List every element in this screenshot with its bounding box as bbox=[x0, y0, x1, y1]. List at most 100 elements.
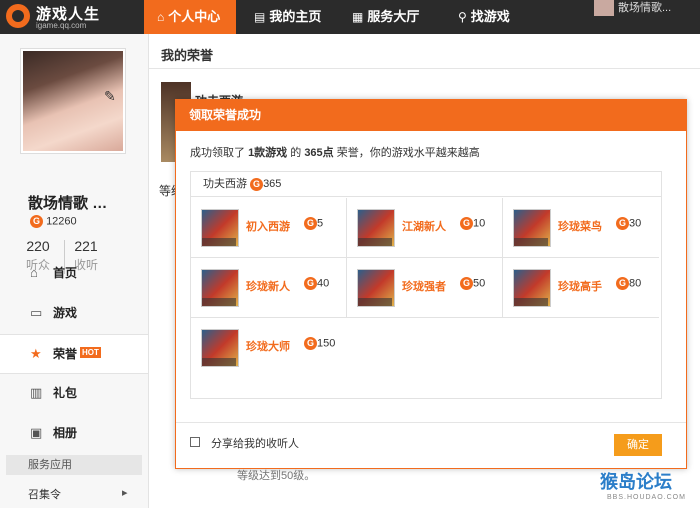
honor-coin-icon: G bbox=[616, 277, 629, 290]
nav-label: 个人中心 bbox=[168, 9, 221, 24]
logo-domain: igame.qq.com bbox=[36, 21, 87, 30]
page-title: 我的荣誉 bbox=[161, 48, 214, 63]
honor-coin-icon: G bbox=[30, 215, 43, 228]
profile-name-ellipsis: … bbox=[92, 195, 108, 212]
divider bbox=[149, 68, 700, 69]
top-user-name: 散场情歌... bbox=[618, 2, 672, 14]
honor-name: 珍珑高手 bbox=[558, 281, 602, 293]
pencil-icon[interactable]: ✎ bbox=[104, 88, 116, 105]
honor-points: G 40 bbox=[304, 277, 329, 290]
honor-badge-image bbox=[513, 209, 551, 247]
gift-icon: ▥ bbox=[30, 385, 43, 400]
sidebar-item-label: 礼包 bbox=[53, 386, 78, 400]
sidebar-item-label: 相册 bbox=[53, 426, 78, 440]
confirm-button[interactable]: 确定 bbox=[614, 434, 662, 456]
honor-description: 等级达到50级。 bbox=[237, 470, 316, 482]
star-icon: ★ bbox=[30, 346, 42, 361]
sidebar-item-summon[interactable]: 召集令 ▸ bbox=[28, 486, 128, 502]
message-part: 荣誉，你的游戏水平越来越高 bbox=[333, 147, 480, 159]
honor-name: 珍珑菜鸟 bbox=[558, 221, 602, 233]
hot-badge: HOT bbox=[80, 347, 101, 358]
sidebar-item-label: 游戏 bbox=[53, 306, 78, 320]
honor-coin-icon: G bbox=[304, 337, 317, 350]
honor-item[interactable]: 江湖新人 G 10 bbox=[347, 198, 503, 258]
search-icon: ⚲ bbox=[458, 10, 467, 24]
honor-item[interactable]: 珍珑菜鸟 G 30 bbox=[503, 198, 659, 258]
top-bar: 游戏人生 igame.qq.com ⌂ 个人中心 ▤ 我的主页 ▦ 服务大厅 ⚲ 找游戏… bbox=[0, 0, 700, 34]
honor-points: G 50 bbox=[460, 277, 485, 290]
profile-points-value: 12260 bbox=[46, 215, 77, 228]
dialog-title: 领取荣誉成功 bbox=[176, 100, 686, 131]
photo-icon: ▣ bbox=[30, 425, 43, 440]
sidebar-item-photos[interactable]: ▣ 相册 bbox=[0, 414, 148, 452]
sidebar: ✎ 散场情歌 … G 12260 220 听众 221 收听 ⌂ 首页 ▭ 游戏… bbox=[0, 34, 149, 508]
honor-points-value: 50 bbox=[473, 277, 486, 290]
watermark-logo: 猴岛论坛 bbox=[600, 472, 672, 492]
honor-points-value: 150 bbox=[317, 337, 336, 350]
watermark-domain: BBS.HOUDAO.COM bbox=[607, 494, 686, 501]
top-avatar[interactable] bbox=[594, 0, 614, 16]
sidebar-item-label: 召集令 bbox=[28, 489, 61, 501]
sidebar-item-gift[interactable]: ▥ 礼包 bbox=[0, 374, 148, 412]
sidebar-item-games[interactable]: ▭ 游戏 bbox=[0, 294, 148, 332]
page-icon: ▤ bbox=[254, 10, 266, 24]
honor-points: G 80 bbox=[616, 277, 641, 290]
honor-name: 珍珑新人 bbox=[246, 281, 290, 293]
gamepad-icon: ▭ bbox=[30, 305, 43, 320]
game-points: 365 bbox=[263, 178, 282, 190]
message-points: 365点 bbox=[304, 147, 334, 159]
honor-name: 珍珑强者 bbox=[402, 281, 446, 293]
honor-coin-icon: G bbox=[460, 217, 473, 230]
message-part: 的 bbox=[287, 147, 305, 159]
honor-item[interactable]: 珍珑大师 G 150 bbox=[191, 318, 347, 378]
listeners-count: 220 bbox=[26, 238, 50, 254]
site-logo[interactable]: 游戏人生 igame.qq.com bbox=[4, 3, 114, 31]
grid-icon: ▦ bbox=[352, 10, 364, 24]
home-icon: ⌂ bbox=[157, 10, 165, 24]
honor-name: 江湖新人 bbox=[402, 221, 446, 233]
honor-coin-icon: G bbox=[460, 277, 473, 290]
share-checkbox[interactable] bbox=[190, 437, 200, 447]
honor-points: G5 bbox=[304, 217, 323, 230]
nav-personal-center[interactable]: ⌂ 个人中心 bbox=[144, 0, 236, 34]
honor-item[interactable]: 珍珑高手 G 80 bbox=[503, 258, 659, 318]
honor-points-value: 10 bbox=[473, 217, 486, 230]
honor-badge-image bbox=[357, 269, 395, 307]
game-name: 功夫西游 bbox=[203, 178, 247, 190]
nav-find-games[interactable]: ⚲ 找游戏 bbox=[458, 0, 510, 34]
chevron-right-icon: ▸ bbox=[122, 487, 128, 499]
service-apps-heading: 服务应用 bbox=[6, 455, 142, 475]
sidebar-item-home[interactable]: ⌂ 首页 bbox=[0, 254, 148, 292]
dialog-divider bbox=[176, 422, 686, 423]
honor-item[interactable]: 初入西游 G5 bbox=[191, 198, 347, 258]
honor-points: G 30 bbox=[616, 217, 641, 230]
honor-coin-icon: G bbox=[304, 217, 317, 230]
honor-coin-icon: G bbox=[304, 277, 317, 290]
dialog-message: 成功领取了 1款游戏 的 365点 荣誉，你的游戏水平越来越高 bbox=[190, 144, 480, 160]
logo-icon bbox=[6, 4, 30, 28]
home-icon: ⌂ bbox=[30, 265, 38, 280]
game-honor-header: 功夫西游 G 365 bbox=[191, 172, 661, 197]
profile-name-text: 散场情歌 bbox=[28, 195, 89, 212]
message-part: 成功领取了 bbox=[190, 147, 249, 159]
sidebar-item-label: 首页 bbox=[53, 266, 78, 280]
sidebar-item-honor[interactable]: ★ 荣誉 HOT bbox=[0, 334, 148, 374]
nav-service-hall[interactable]: ▦ 服务大厅 bbox=[352, 0, 419, 34]
honor-item[interactable]: 珍珑强者 G 50 bbox=[347, 258, 503, 318]
honor-points: G 150 bbox=[304, 337, 335, 350]
honor-points-value: 40 bbox=[317, 277, 330, 290]
nav-label: 服务大厅 bbox=[367, 9, 420, 24]
honor-item[interactable]: 珍珑新人 G 40 bbox=[191, 258, 347, 318]
share-label: 分享给我的收听人 bbox=[211, 438, 299, 450]
profile-name[interactable]: 散场情歌 … bbox=[28, 192, 107, 213]
honor-claimed-dialog: 领取荣誉成功 成功领取了 1款游戏 的 365点 荣誉，你的游戏水平越来越高 功… bbox=[175, 99, 687, 469]
honor-name: 初入西游 bbox=[246, 221, 290, 233]
honor-grid: 功夫西游 G 365 初入西游 G5 江湖新人 G 10 珍珑菜鸟 G 30 珍珑新人… bbox=[190, 171, 662, 399]
sidebar-item-label: 荣誉 bbox=[53, 347, 78, 361]
honor-badge-image bbox=[201, 329, 239, 367]
honor-points-value: 80 bbox=[629, 277, 642, 290]
nav-my-homepage[interactable]: ▤ 我的主页 bbox=[254, 0, 321, 34]
honor-badge-image bbox=[201, 209, 239, 247]
honor-coin-icon: G bbox=[616, 217, 629, 230]
honor-points-value: 30 bbox=[629, 217, 642, 230]
